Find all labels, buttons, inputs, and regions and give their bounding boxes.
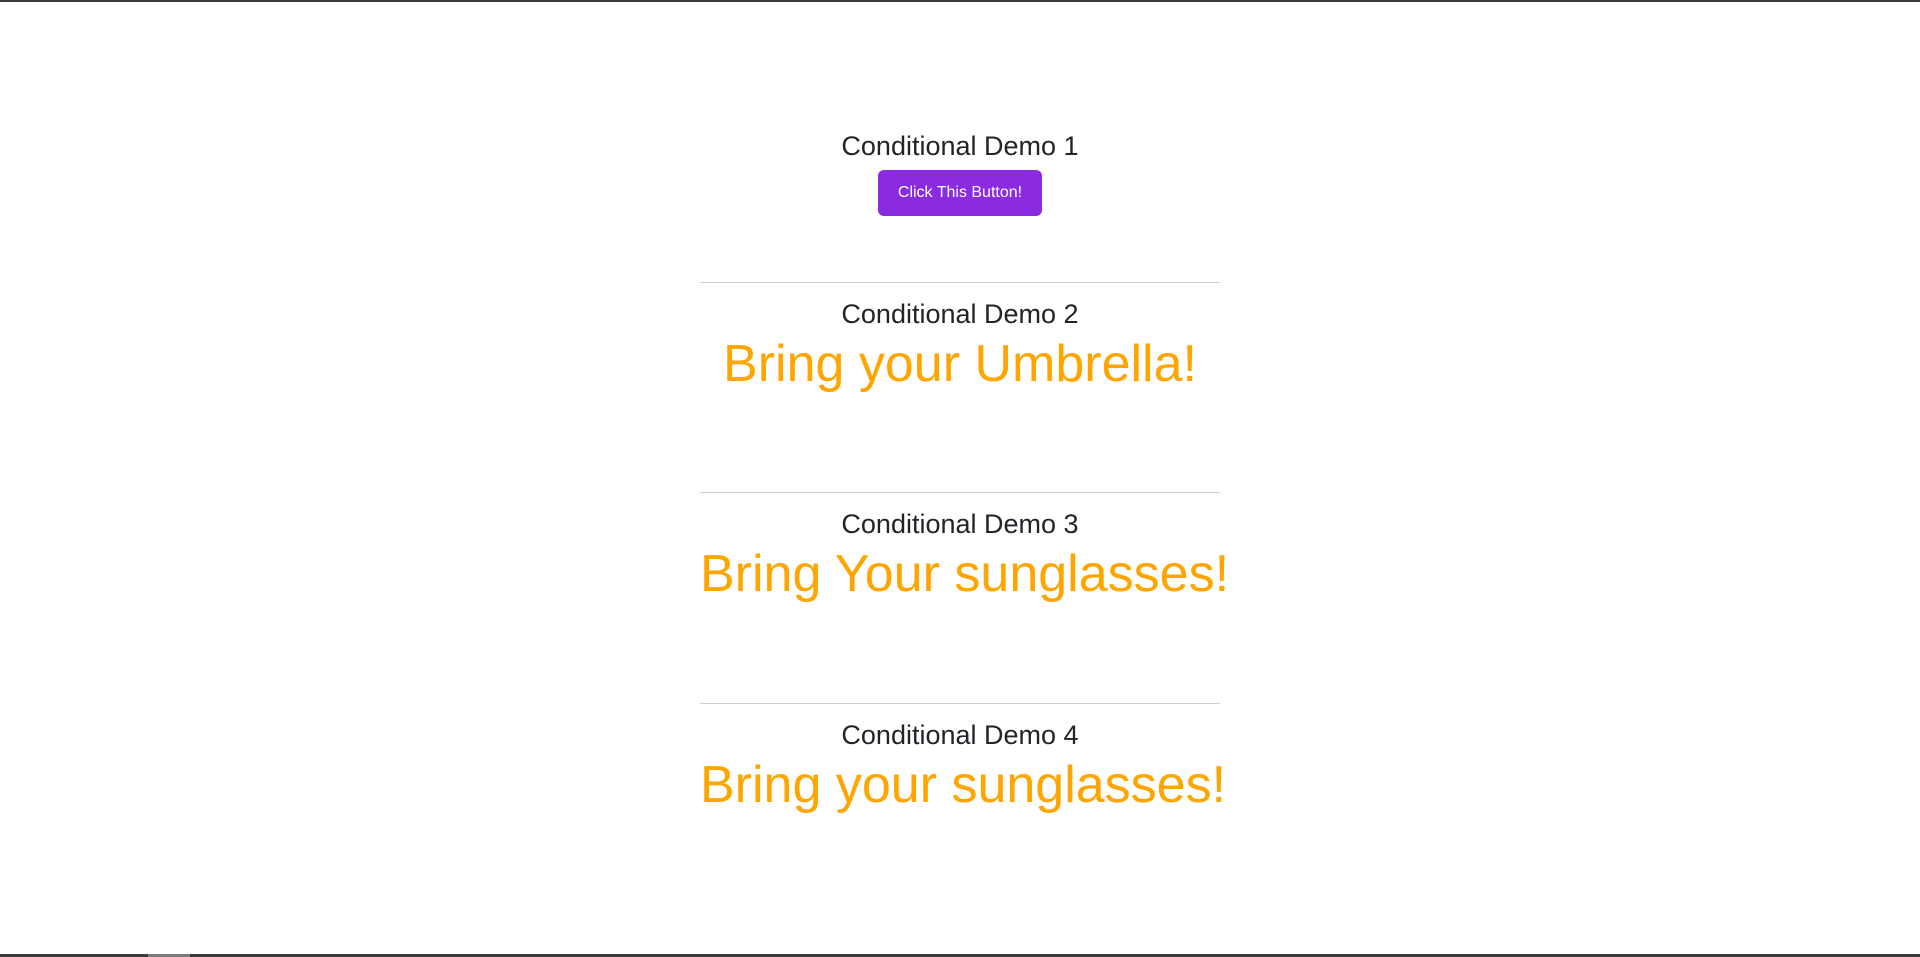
demo-title: Conditional Demo 4 [841,720,1079,750]
section-divider [700,492,1220,493]
demo-title: Conditional Demo 2 [841,299,1079,329]
demo-message: Bring your sunglasses! [700,756,1227,814]
conditional-demo-3: Conditional Demo 3 Bring Your sunglasses… [700,508,1230,604]
conditional-demo-4: Conditional Demo 4 Bring your sunglasses… [700,719,1227,815]
demo-message: Bring your Umbrella! [723,335,1197,393]
conditional-demo-2: Conditional Demo 2 Bring your Umbrella! [700,298,1220,394]
conditional-demo-1: Conditional Demo 1 Click This Button! [700,130,1220,216]
window-top-border [0,0,1920,2]
demo-title: Conditional Demo 1 [841,131,1079,161]
demo-message: Bring Your sunglasses! [700,545,1230,603]
demo-title: Conditional Demo 3 [841,509,1079,539]
click-this-button[interactable]: Click This Button! [878,170,1042,216]
section-divider [700,282,1220,283]
section-divider [700,703,1220,704]
